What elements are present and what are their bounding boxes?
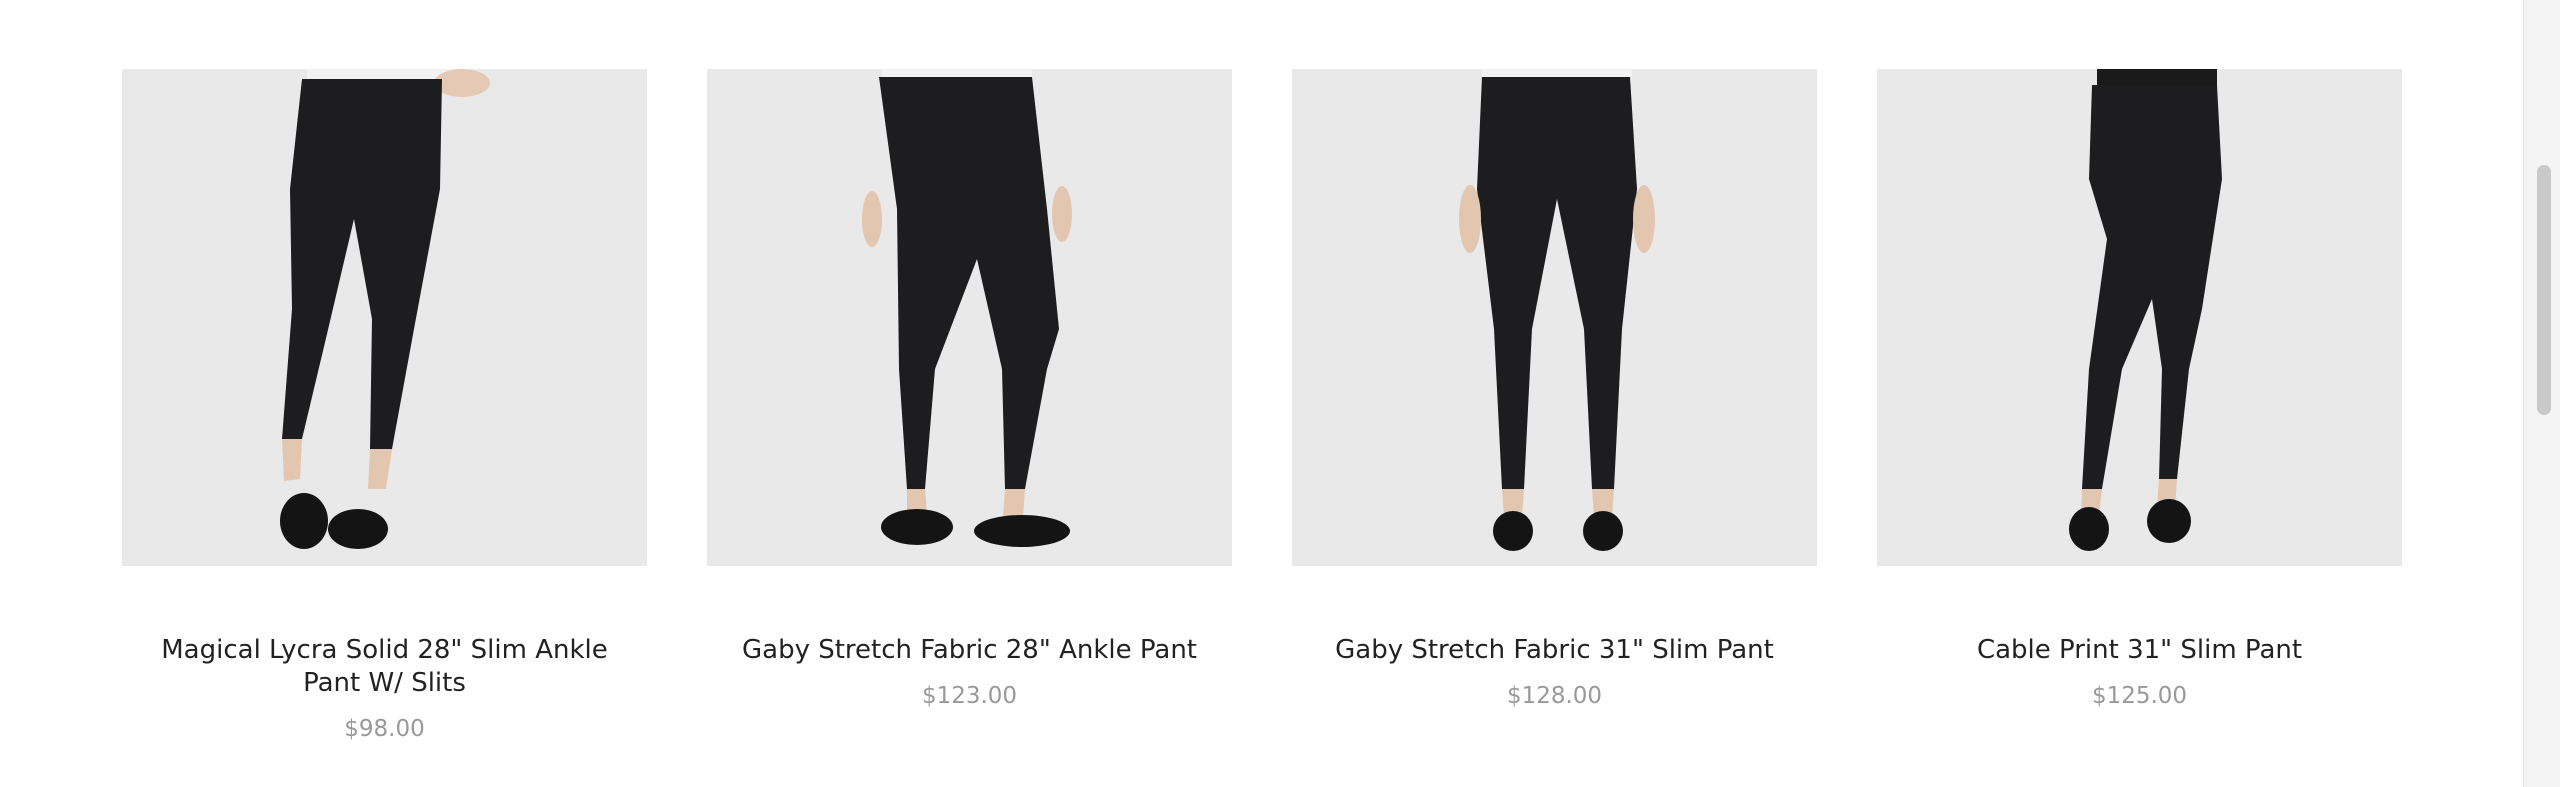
product-title[interactable]: Magical Lycra Solid 28" Slim Ankle Pant … <box>122 634 647 700</box>
product-price: $125.00 <box>2091 683 2188 709</box>
product-title[interactable]: Gaby Stretch Fabric 28" Ankle Pant <box>707 634 1232 667</box>
product-grid: Magical Lycra Solid 28" Slim Ankle Pant … <box>122 69 2403 743</box>
pants-product-image <box>862 69 1072 547</box>
product-title[interactable]: Gaby Stretch Fabric 31" Slim Pant <box>1292 634 1817 667</box>
pants-product-image <box>1459 69 1655 551</box>
product-card[interactable]: Cable Print 31" Slim Pant $125.00 <box>1877 69 2402 743</box>
pants-product-image <box>2069 69 2222 551</box>
product-title[interactable]: Cable Print 31" Slim Pant <box>1877 634 2402 667</box>
scrollbar-thumb[interactable] <box>2537 165 2551 415</box>
product-image[interactable] <box>1877 69 2402 566</box>
product-price: $128.00 <box>1506 683 1603 709</box>
product-card[interactable]: Magical Lycra Solid 28" Slim Ankle Pant … <box>122 69 647 743</box>
product-image[interactable] <box>122 69 647 566</box>
product-image[interactable] <box>707 69 1232 566</box>
vertical-scrollbar[interactable] <box>2523 0 2560 787</box>
product-price: $123.00 <box>921 683 1018 709</box>
product-listing-page: Magical Lycra Solid 28" Slim Ankle Pant … <box>0 0 2560 787</box>
product-card[interactable]: Gaby Stretch Fabric 31" Slim Pant $128.0… <box>1292 69 1817 743</box>
pants-product-image <box>280 69 490 549</box>
product-card[interactable]: Gaby Stretch Fabric 28" Ankle Pant $123.… <box>707 69 1232 743</box>
product-price: $98.00 <box>344 716 425 742</box>
product-image[interactable] <box>1292 69 1817 566</box>
